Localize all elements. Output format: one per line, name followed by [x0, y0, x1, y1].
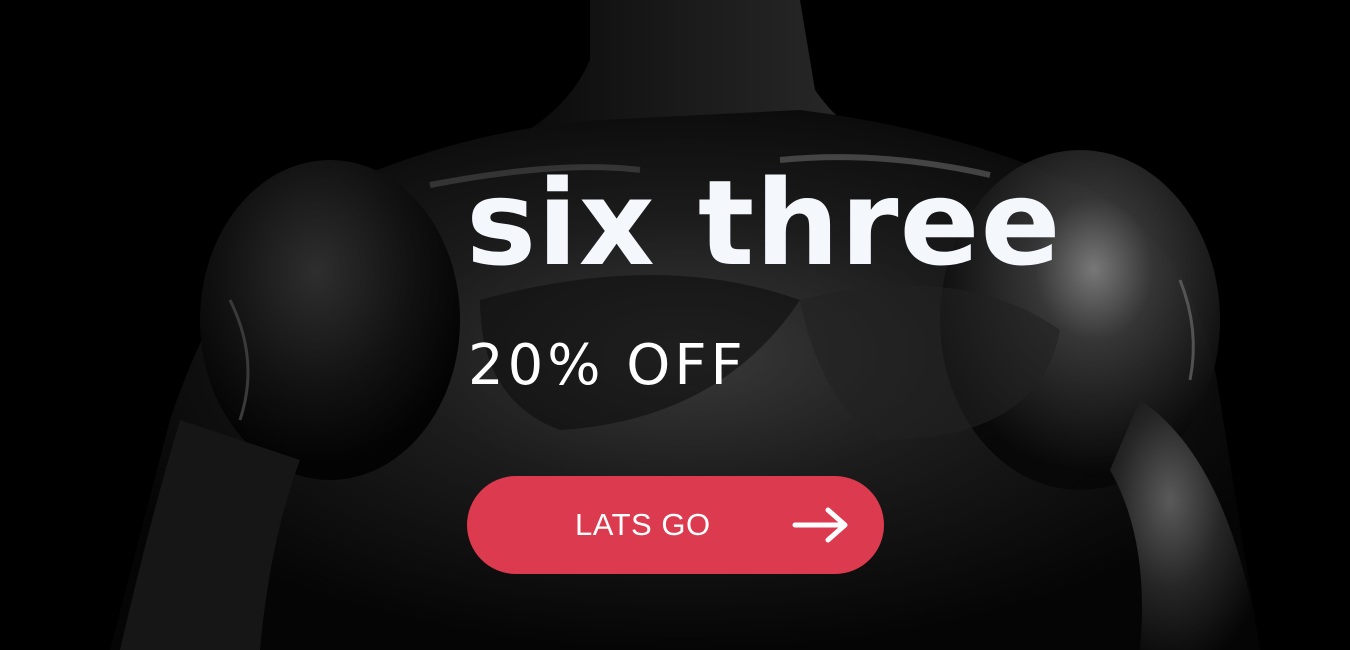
hero-banner: six three 20% OFF LATS GO [0, 0, 1350, 650]
arrow-right-icon [792, 507, 848, 543]
cta-label: LATS GO [575, 507, 711, 542]
headline: six three [466, 154, 1062, 292]
lats-go-button[interactable]: LATS GO [467, 476, 884, 574]
discount-subheadline: 20% OFF [468, 333, 747, 398]
